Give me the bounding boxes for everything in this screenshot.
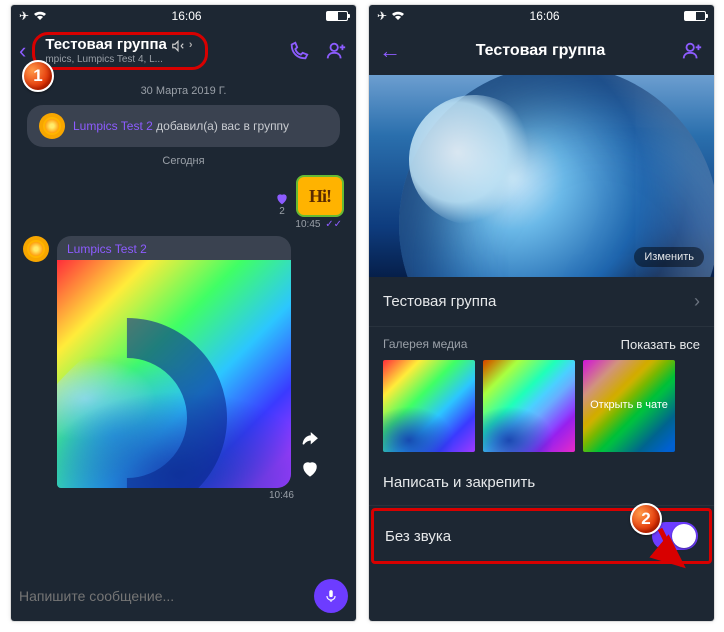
chevron-right-icon: › <box>694 291 700 312</box>
callout-badge-2: 2 <box>630 503 662 535</box>
media-thumbnails: Открыть в чате <box>369 356 714 460</box>
wifi-icon <box>33 10 47 22</box>
read-ticks-icon: ✓✓ <box>322 219 342 230</box>
back-button[interactable]: ‹ <box>19 38 26 64</box>
timestamp: 10:46 <box>23 490 344 501</box>
show-all-link[interactable]: Показать все <box>621 337 700 352</box>
media-thumb-open[interactable]: Открыть в чате <box>583 360 675 452</box>
chat-screen: ✈ 16:06 ‹ Тестовая группа › mpics, Lumpi… <box>11 5 356 621</box>
mic-button[interactable] <box>314 579 348 613</box>
battery-icon <box>684 11 706 21</box>
add-person-button[interactable] <box>680 40 704 62</box>
status-bar: ✈ 16:06 <box>11 5 356 27</box>
page-title: Тестовая группа <box>401 42 680 60</box>
avatar[interactable] <box>23 236 49 262</box>
group-info-screen: ✈ 16:06 ← Тестовая группа Изменить Тесто… <box>369 5 714 621</box>
battery-icon <box>326 11 348 21</box>
chat-header: ‹ Тестовая группа › mpics, Lumpics Test … <box>11 27 356 75</box>
chat-body[interactable]: 30 Марта 2019 Г. Lumpics Test 2 добавил(… <box>11 75 356 571</box>
reaction[interactable]: 2 <box>274 192 290 217</box>
media-gallery-header: Галерея медиа Показать все <box>369 327 714 356</box>
forward-button[interactable] <box>299 430 321 448</box>
chat-title-button[interactable]: Тестовая группа › mpics, Lumpics Test 4,… <box>32 32 207 70</box>
airplane-icon: ✈ <box>377 9 387 23</box>
chat-subtitle: mpics, Lumpics Test 4, L... <box>45 54 192 65</box>
system-message: Lumpics Test 2 добавил(а) вас в группу <box>27 105 340 147</box>
date-separator: 30 Марта 2019 Г. <box>23 85 344 97</box>
wifi-icon <box>391 10 405 22</box>
group-name-row[interactable]: Тестовая группа › <box>369 277 714 327</box>
edit-cover-button[interactable]: Изменить <box>634 247 704 267</box>
timestamp: 10:45 <box>295 219 320 230</box>
sender-name[interactable]: Lumpics Test 2 <box>57 236 291 260</box>
status-bar: ✈ 16:06 <box>369 5 714 27</box>
member-name: Lumpics Test 2 <box>73 119 153 133</box>
chevron-right-icon: › <box>189 39 193 51</box>
date-separator: Сегодня <box>23 155 344 167</box>
group-cover[interactable]: Изменить <box>369 75 714 277</box>
airplane-icon: ✈ <box>19 9 29 23</box>
add-person-button[interactable] <box>324 40 348 62</box>
message-input[interactable] <box>19 588 306 604</box>
info-header: ← Тестовая группа <box>369 27 714 75</box>
attachment-bar: GIF ••• <box>11 621 356 622</box>
status-time: 16:06 <box>530 9 560 23</box>
compose-bar <box>11 571 356 621</box>
callout-badge-1: 1 <box>22 60 54 92</box>
status-time: 16:06 <box>172 9 202 23</box>
avatar <box>39 113 65 139</box>
media-thumb[interactable] <box>383 360 475 452</box>
hidden-row <box>369 564 714 588</box>
media-thumb[interactable] <box>483 360 575 452</box>
chat-title: Тестовая группа <box>45 37 167 54</box>
like-button[interactable] <box>300 460 320 478</box>
message-image[interactable] <box>57 260 291 488</box>
pin-message-row[interactable]: Написать и закрепить <box>369 460 714 506</box>
sticker[interactable]: Hi! <box>296 175 344 217</box>
back-button[interactable]: ← <box>379 38 401 64</box>
message: Lumpics Test 2 <box>23 236 344 488</box>
muted-icon <box>171 39 185 53</box>
call-button[interactable] <box>288 40 310 62</box>
